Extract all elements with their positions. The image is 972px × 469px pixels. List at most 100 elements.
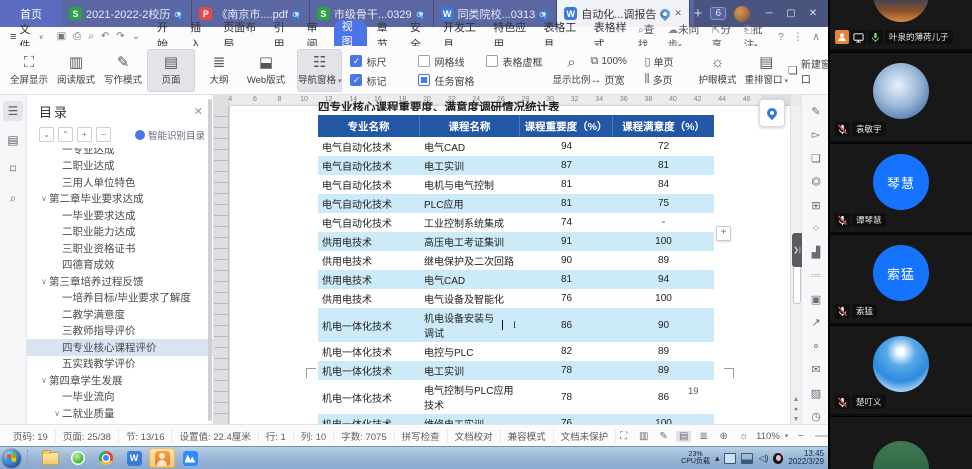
table-row[interactable]: 电气自动化技术PLC应用8175	[318, 194, 714, 213]
zoom-out-button[interactable]: −	[793, 431, 808, 442]
table-row[interactable]: 机电一体化技术电气控制与PLC应用技术7886	[318, 380, 714, 414]
toc-twisty-icon[interactable]: ∨	[39, 376, 49, 385]
table-row[interactable]: 电气自动化技术工业控制系统集成74-	[318, 213, 714, 232]
ribbon-small-button[interactable]: ▯单页	[645, 54, 691, 69]
toc-item[interactable]: 五实践教学评价	[27, 356, 213, 373]
status-item[interactable]: 拼写检查	[395, 429, 448, 443]
participant-tile[interactable]: 索猛索猛	[830, 234, 972, 323]
pin-icon[interactable]: ⚲	[290, 6, 304, 20]
more-button[interactable]: ⌄	[129, 31, 143, 42]
ribbon-small-button[interactable]: ⧉100%	[591, 54, 637, 69]
toc-item[interactable]: 一毕业流向	[27, 389, 213, 406]
eye-protect-icon[interactable]: ☼	[736, 431, 751, 442]
note-icon[interactable]: ▤	[3, 130, 23, 150]
close-icon[interactable]: ✕	[194, 105, 203, 118]
toc-item[interactable]: 三教师指导评价	[27, 323, 213, 340]
view-mode-button[interactable]: ▥阅读版式	[53, 49, 99, 92]
toc-collapse-up-button[interactable]: ⌃	[58, 127, 73, 142]
ribbon-small-button[interactable]: ↔页宽	[591, 72, 637, 87]
picture-icon[interactable]: ▨	[808, 385, 824, 401]
apps-icon[interactable]: ⁘	[808, 221, 824, 237]
close-icon[interactable]: ✕	[674, 8, 682, 19]
checkbox-标尺[interactable]: ✓标尺	[350, 54, 408, 69]
image-icon[interactable]: ▣	[808, 291, 824, 307]
status-item[interactable]: 页面: 25/38	[56, 429, 119, 443]
participant-tile[interactable]	[830, 416, 972, 469]
table-add-row-button[interactable]: +	[716, 226, 731, 241]
pin-icon[interactable]: ⚲	[413, 6, 427, 20]
stamp-icon[interactable]: ⏣	[808, 174, 824, 190]
web-view-icon[interactable]: ⊕	[716, 431, 731, 442]
toc-item[interactable]: ∨二就业质量	[27, 405, 213, 422]
browse-object-button[interactable]: ●	[791, 406, 801, 413]
toc-item[interactable]: 二职业能力达成	[27, 224, 213, 241]
document-page[interactable]: 四专业核心课程重要度、满意度调研情况统计表 专业名称课程名称课程重要度（%）课程…	[230, 106, 790, 425]
save-button[interactable]: ▣	[54, 31, 69, 42]
tab-count-badge[interactable]: 6	[710, 7, 726, 20]
chart-icon[interactable]: ▟	[808, 244, 824, 260]
taskbar-app-tencent-meeting[interactable]	[177, 448, 203, 468]
status-item[interactable]: 设置值: 22.4厘米	[172, 429, 258, 443]
bookmark-icon[interactable]: ⌑	[3, 159, 23, 179]
status-item[interactable]: 页码: 19	[6, 429, 56, 443]
org-icon[interactable]: ⚬	[808, 338, 824, 354]
collapse-ribbon-button[interactable]: ∧	[812, 31, 820, 43]
toc-twisty-icon[interactable]: ∨	[52, 409, 62, 418]
toc-item[interactable]: 四德育成效	[27, 257, 213, 274]
table-icon[interactable]: ⊞	[808, 197, 824, 213]
safely-remove-icon[interactable]	[724, 453, 736, 464]
vertical-ruler[interactable]	[214, 106, 229, 425]
toc-item[interactable]: 四专业核心课程评价	[27, 339, 213, 356]
taskbar-app-browser-360[interactable]	[65, 448, 91, 468]
more-menu-button[interactable]: ⋮	[793, 31, 804, 43]
checkbox-标记[interactable]: ✓标记	[350, 73, 408, 88]
write-mode-icon[interactable]: ✎	[656, 431, 671, 442]
toc-item[interactable]: ∨第二章毕业要求达成	[27, 191, 213, 208]
toc-expand-all-button[interactable]: +	[77, 127, 92, 142]
toc-item[interactable]: 二职业达成	[27, 158, 213, 175]
network-icon[interactable]	[741, 453, 753, 464]
tray-expand-icon[interactable]: ▴	[715, 453, 720, 464]
pin-icon[interactable]: ⚲	[537, 6, 551, 20]
table-row[interactable]: 电气自动化技术电机与电气控制8184	[318, 175, 714, 194]
taskbar-app-wps[interactable]: W	[121, 448, 147, 468]
ribbon-small-button[interactable]: ⫼多页	[645, 72, 691, 87]
view-mode-button[interactable]: ⛶全屏显示	[6, 49, 52, 92]
location-pin-button[interactable]	[759, 99, 785, 127]
volume-icon[interactable]: ◁)	[758, 453, 768, 464]
toc-item[interactable]: 三职业资格证书	[27, 240, 213, 257]
toc-item[interactable]: ∨第三章培养过程反馈	[27, 273, 213, 290]
table-row[interactable]: 供用电技术电气CAD8194	[318, 270, 714, 289]
table-row[interactable]: 电气自动化技术电气CAD9472	[318, 137, 714, 156]
zoom-value[interactable]: 110%	[756, 431, 780, 442]
print-button[interactable]: ⎙	[70, 31, 84, 42]
mail-icon[interactable]: ✉	[808, 362, 824, 378]
nav-pane-button[interactable]: ☷ 导航窗格 ▾	[297, 49, 342, 92]
smart-toc-button[interactable]: 智能识别目录	[135, 128, 205, 142]
shape-icon[interactable]: ❏	[808, 150, 824, 166]
status-item[interactable]: 文档未保护	[554, 429, 617, 443]
taskbar-app-camera-app[interactable]	[149, 448, 175, 468]
fullscreen-view-icon[interactable]: ⛶	[616, 431, 631, 442]
help-clock-icon[interactable]: ◷	[808, 409, 824, 425]
taskbar-app-explorer[interactable]	[37, 448, 63, 468]
toc-collapse-all-button[interactable]: −	[96, 127, 111, 142]
read-view-icon[interactable]: ▥	[636, 431, 651, 442]
checkbox-网格线[interactable]: 网格线	[418, 54, 476, 69]
status-item[interactable]: 兼容模式	[501, 429, 554, 443]
view-mode-button[interactable]: ≣大纲	[196, 49, 242, 92]
undo-button[interactable]: ↶	[98, 31, 112, 42]
pin-icon[interactable]: ⚲	[658, 6, 672, 20]
toc-expand-down-button[interactable]: ⌄	[39, 127, 54, 142]
page-view-icon[interactable]: ▤	[676, 431, 691, 442]
table-row[interactable]: 电气自动化技术电工实训8781	[318, 156, 714, 175]
toc-item[interactable]: 一毕业要求达成	[27, 207, 213, 224]
status-item[interactable]: 列: 10	[294, 429, 334, 443]
qq-icon[interactable]	[773, 453, 783, 464]
view-mode-button[interactable]: ⬓Web版式	[243, 49, 289, 92]
toc-twisty-icon[interactable]: ∨	[39, 277, 49, 286]
participant-tile[interactable]: 叶泉的薄荷儿子	[830, 0, 972, 49]
prev-page-button[interactable]: ▲	[791, 396, 801, 403]
cpu-widget[interactable]: 23%CPU负载	[681, 451, 710, 466]
participant-tile[interactable]: 琴慧谭琴慧	[830, 143, 972, 232]
